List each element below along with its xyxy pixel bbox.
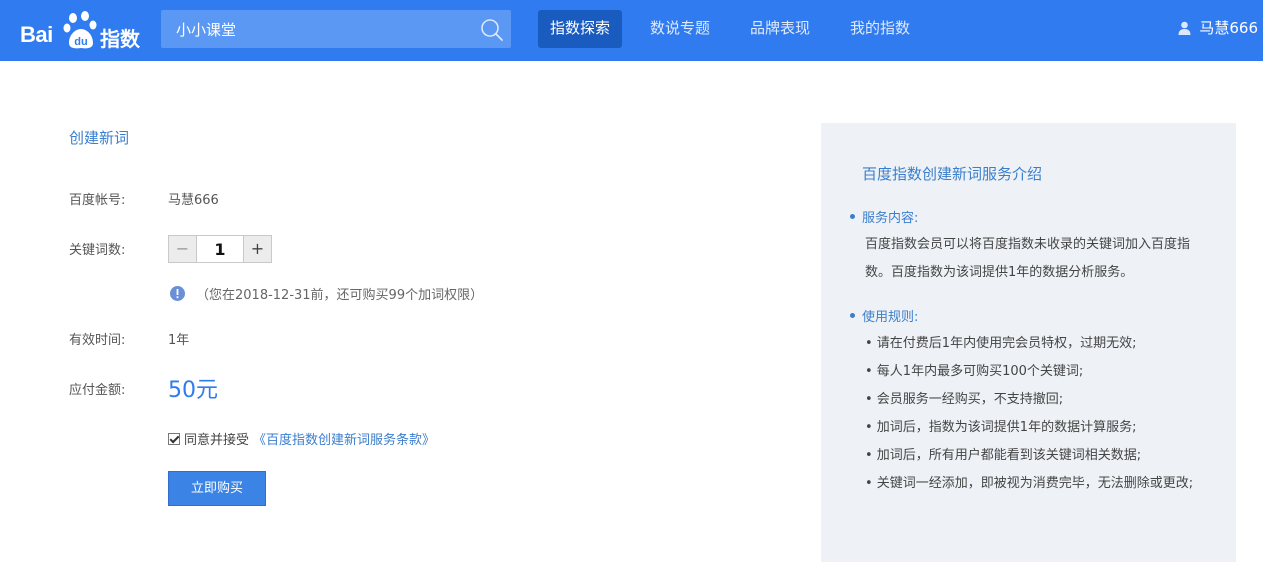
rule-item: • 加词后，所有用户都能看到该关键词相关数据; — [865, 448, 1142, 463]
nav-my-index[interactable]: 我的指数 — [838, 10, 922, 48]
increment-button[interactable]: + — [244, 236, 271, 262]
rule-item: • 每人1年内最多可购买100个关键词; — [865, 364, 1084, 379]
page-title: 创建新词 — [69, 129, 130, 147]
service-content-heading: 服务内容: — [850, 207, 918, 226]
logo-bai-text: Bai — [20, 22, 53, 47]
rule-item: • 请在付费后1年内使用完会员特权，过期无效; — [865, 336, 1137, 351]
usage-rules-heading: 使用规则: — [850, 306, 918, 325]
rule-item: • 关键词一经添加，即被视为消费完毕，无法删除或更改; — [865, 476, 1194, 491]
logo-zhishu-text: 指数 — [100, 27, 140, 51]
user-name: 马慧666 — [1199, 19, 1258, 37]
logo-du-text: du — [74, 36, 87, 48]
validity-label: 有效时间: — [69, 333, 126, 348]
agree-text: 同意并接受 — [184, 433, 250, 448]
service-content-text: 百度指数会员可以将百度指数未收录的关键词加入百度指数。百度指数为该词提供1年的数… — [865, 237, 1191, 280]
keyword-count-label: 关键词数: — [69, 243, 126, 258]
search-input[interactable] — [161, 10, 471, 48]
agreement-row: 同意并接受 《百度指数创建新词服务条款》 — [168, 429, 435, 448]
bullet-dot-icon — [850, 214, 855, 219]
agree-checkbox[interactable] — [168, 432, 180, 445]
account-value: 马慧666 — [168, 193, 219, 208]
usage-rules-heading-text: 使用规则: — [862, 310, 919, 325]
keyword-count-input[interactable] — [196, 236, 244, 262]
notice-text: （您在2018-12-31前，还可购买99个加词权限） — [196, 288, 484, 303]
bullet-dot-icon — [850, 313, 855, 318]
decrement-button[interactable]: − — [169, 236, 196, 262]
keyword-count-stepper: − + — [168, 235, 272, 263]
rule-item: • 会员服务一经购买，不支持撤回; — [865, 392, 1064, 407]
nav-brand-performance[interactable]: 品牌表现 — [738, 10, 822, 48]
nav-data-topics[interactable]: 数说专题 — [638, 10, 722, 48]
purchase-limit-notice: （您在2018-12-31前，还可购买99个加词权限） — [170, 284, 483, 303]
account-label: 百度帐号: — [69, 193, 126, 208]
panel-title: 百度指数创建新词服务介绍 — [862, 165, 1043, 183]
info-icon — [170, 286, 185, 301]
terms-link[interactable]: 《百度指数创建新词服务条款》 — [253, 429, 435, 448]
amount-label: 应付金额: — [69, 383, 126, 398]
baidu-index-logo[interactable]: Bai du 指数 — [20, 10, 142, 52]
nav-index-explore[interactable]: 指数探索 — [538, 10, 623, 48]
search-box — [161, 10, 511, 48]
service-intro-panel: 百度指数创建新词服务介绍 服务内容: 百度指数会员可以将百度指数未收录的关键词加… — [821, 123, 1236, 562]
baidu-paw-icon: du — [63, 11, 97, 49]
buy-now-button[interactable]: 立即购买 — [168, 471, 266, 506]
user-icon — [1178, 21, 1191, 35]
validity-value: 1年 — [168, 333, 190, 348]
amount-value: 50元 — [168, 378, 218, 403]
rule-item: • 加词后，指数为该词提供1年的数据计算服务; — [865, 420, 1137, 435]
top-header: Bai du 指数 指数探索 数说专题 品牌表现 我的指数 马慧666 — [0, 0, 1263, 61]
service-content-heading-text: 服务内容: — [862, 211, 919, 226]
user-menu[interactable]: 马慧666 — [1178, 17, 1258, 38]
search-icon[interactable] — [479, 17, 505, 43]
